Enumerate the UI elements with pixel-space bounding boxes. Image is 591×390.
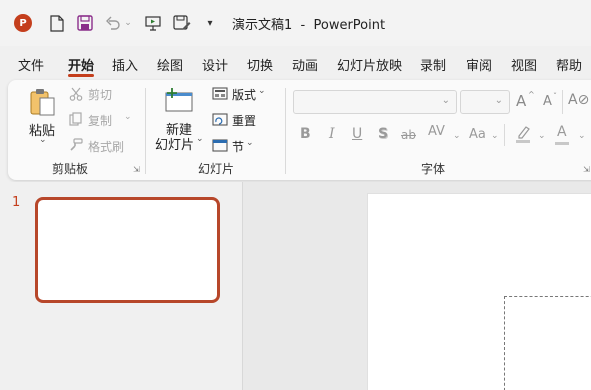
group-separator — [285, 88, 286, 174]
font-size-combo[interactable]: ⌄ — [460, 90, 510, 114]
char-spacing-button[interactable]: AV — [428, 124, 445, 139]
tab-draw[interactable]: 绘图 — [157, 55, 183, 74]
reset-icon[interactable] — [212, 112, 228, 126]
slide-thumbnail[interactable] — [35, 197, 220, 303]
group-separator — [145, 88, 146, 174]
tab-insert[interactable]: 插入 — [112, 55, 138, 74]
new-slide-label-2[interactable]: 幻灯片 — [155, 134, 194, 153]
slides-group-label: 幻灯片 — [198, 162, 235, 176]
clipboard-launcher-icon[interactable]: ⇲ — [133, 165, 140, 174]
new-slide-dropdown-icon[interactable]: ⌄ — [196, 134, 204, 144]
font-color-swatch — [555, 142, 569, 145]
grow-font-button[interactable]: A — [516, 92, 526, 110]
tab-slideshow[interactable]: 幻灯片放映 — [337, 55, 402, 74]
customize-dropdown-icon[interactable]: ▾ — [204, 13, 216, 33]
tab-animations[interactable]: 动画 — [292, 55, 318, 74]
grow-font-icon: ^ — [528, 90, 535, 99]
change-case-button[interactable]: Aa — [469, 127, 486, 142]
tab-transitions[interactable]: 切换 — [247, 55, 273, 74]
copy-button[interactable]: 复制 — [88, 112, 112, 129]
cut-button[interactable]: 剪切 — [88, 86, 112, 103]
undo-dropdown-icon[interactable]: ⌄ — [123, 13, 133, 33]
format-painter-button[interactable]: 格式刷 — [88, 138, 124, 155]
save-as-icon[interactable] — [172, 13, 192, 33]
font-name-combo[interactable]: ⌄ — [293, 90, 457, 114]
layout-icon[interactable] — [212, 86, 228, 100]
tab-file[interactable]: 文件 — [18, 55, 44, 74]
clipboard-group-label: 剪贴板 — [52, 162, 89, 176]
section-dropdown-icon[interactable]: ⌄ — [246, 138, 254, 148]
tab-record[interactable]: 录制 — [420, 55, 446, 74]
bold-button[interactable]: B — [300, 126, 311, 142]
tab-design[interactable]: 设计 — [202, 55, 228, 74]
cut-icon[interactable] — [68, 86, 84, 102]
font-name-dropdown-icon[interactable]: ⌄ — [442, 95, 450, 106]
shadow-button[interactable]: S — [378, 126, 388, 142]
format-painter-icon[interactable] — [68, 137, 84, 153]
tab-view[interactable]: 视图 — [511, 55, 537, 74]
new-file-icon[interactable] — [48, 13, 66, 33]
highlight-dropdown-icon[interactable]: ⌄ — [538, 131, 546, 141]
paste-icon[interactable] — [26, 86, 58, 118]
font-color-dropdown-icon[interactable]: ⌄ — [578, 131, 586, 141]
tab-help[interactable]: 帮助 — [556, 55, 582, 74]
char-spacing-dropdown-icon[interactable]: ⌄ — [453, 131, 461, 141]
tab-home[interactable]: 开始 — [68, 55, 94, 74]
section-icon[interactable] — [212, 138, 228, 152]
ribbon-tabs: 文件 开始 插入 绘图 设计 切换 动画 幻灯片放映 录制 审阅 视图 帮助 — [0, 50, 591, 76]
group-separator — [504, 124, 505, 146]
layout-dropdown-icon[interactable]: ⌄ — [258, 86, 266, 96]
slide-number: 1 — [12, 195, 21, 210]
powerpoint-logo-icon: P — [14, 14, 32, 32]
shrink-font-button[interactable]: A — [543, 94, 552, 109]
active-tab-indicator — [68, 74, 94, 77]
reset-button[interactable]: 重置 — [232, 112, 256, 129]
section-button[interactable]: 节 — [232, 138, 244, 155]
underline-button[interactable]: U — [352, 126, 362, 142]
italic-button[interactable]: I — [329, 126, 335, 142]
group-separator — [562, 90, 563, 114]
new-slide-icon[interactable] — [163, 86, 195, 114]
copy-dropdown-icon[interactable]: ⌄ — [124, 112, 132, 122]
clear-formatting-icon[interactable]: A⊘ — [568, 92, 589, 108]
strikethrough-button[interactable]: ab — [401, 128, 416, 142]
content-placeholder[interactable] — [504, 296, 591, 390]
present-icon[interactable] — [144, 13, 162, 33]
change-case-dropdown-icon[interactable]: ⌄ — [491, 131, 499, 141]
font-size-dropdown-icon[interactable]: ⌄ — [495, 95, 503, 106]
font-color-button[interactable]: A — [557, 124, 567, 140]
undo-icon[interactable] — [104, 13, 122, 33]
shrink-font-icon: ˇ — [553, 92, 557, 101]
paste-dropdown-icon[interactable]: ⌄ — [39, 135, 47, 145]
save-icon[interactable] — [76, 13, 94, 33]
highlight-icon[interactable] — [514, 124, 532, 144]
layout-button[interactable]: 版式 — [232, 86, 256, 103]
copy-icon[interactable] — [68, 111, 84, 127]
font-group-label: 字体 — [421, 162, 446, 176]
tab-review[interactable]: 审阅 — [466, 55, 492, 74]
font-launcher-icon[interactable]: ⇲ — [583, 165, 590, 174]
window-title: 演示文稿1 - PowerPoint — [232, 18, 386, 33]
